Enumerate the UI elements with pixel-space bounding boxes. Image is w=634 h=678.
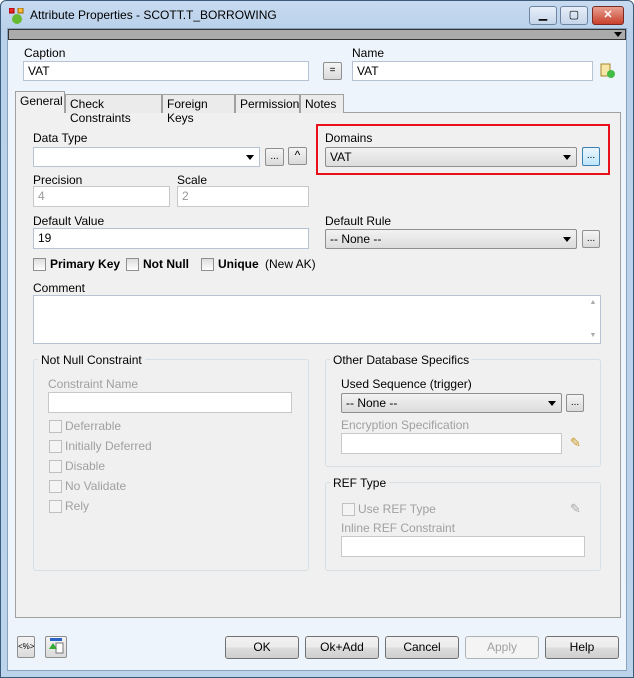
- rely-checkbox[interactable]: [49, 500, 62, 513]
- chevron-down-icon[interactable]: [614, 32, 622, 37]
- comment-label: Comment: [33, 281, 86, 295]
- used-sequence-browse-button[interactable]: ...: [566, 394, 584, 412]
- pencil-icon[interactable]: ✎: [570, 435, 581, 451]
- dropdown-arrow-icon: [563, 237, 571, 242]
- scale-input[interactable]: 2: [177, 186, 309, 207]
- tab-check-constraints[interactable]: Check Constraints: [65, 94, 162, 125]
- default-value-label: Default Value: [33, 214, 105, 228]
- sync-names-button[interactable]: =: [323, 62, 342, 80]
- dropdown-arrow-icon: [563, 155, 571, 160]
- not-null-label: Not Null: [143, 257, 189, 271]
- help-button[interactable]: Help: [545, 636, 619, 659]
- constraint-name-input[interactable]: [48, 392, 292, 413]
- comment-textarea[interactable]: [33, 295, 601, 344]
- default-value-input[interactable]: 19: [33, 228, 309, 249]
- data-type-label: Data Type: [33, 131, 88, 145]
- scroll-down-icon[interactable]: ▼: [586, 329, 600, 343]
- data-type-browse-button[interactable]: ...: [265, 148, 284, 166]
- caption-label: Caption: [24, 46, 66, 60]
- deferrable-label: Deferrable: [65, 419, 122, 433]
- scale-label: Scale: [177, 173, 208, 187]
- tab-permissions[interactable]: Permissions: [235, 94, 305, 113]
- used-sequence-label: Used Sequence (trigger): [341, 377, 472, 391]
- minimize-button[interactable]: ▁: [529, 6, 557, 25]
- apply-button[interactable]: Apply: [465, 636, 539, 659]
- primary-key-checkbox[interactable]: [33, 258, 46, 271]
- encryption-label: Encryption Specification: [341, 418, 470, 432]
- use-ref-type-label: Use REF Type: [358, 502, 436, 516]
- tab-notes[interactable]: Notes: [300, 94, 344, 113]
- template-icon: [49, 638, 64, 654]
- name-label: Name: [352, 46, 385, 60]
- precision-input[interactable]: 4: [33, 186, 170, 207]
- deferrable-checkbox[interactable]: [49, 420, 62, 433]
- tab-general[interactable]: General: [15, 91, 65, 113]
- scroll-up-icon[interactable]: ▲: [586, 296, 600, 310]
- pencil-icon[interactable]: ✎: [570, 501, 581, 517]
- inline-ref-input[interactable]: [341, 536, 585, 557]
- dropdown-arrow-icon: [246, 155, 254, 160]
- not-null-constraint-title: Not Null Constraint: [38, 353, 145, 367]
- maximize-button[interactable]: ▢: [560, 6, 588, 25]
- ok-button[interactable]: OK: [225, 636, 299, 659]
- comment-scrollbar[interactable]: ▲ ▼: [586, 296, 600, 343]
- default-rule-value: -- None --: [330, 232, 382, 246]
- app-icon: [8, 7, 25, 24]
- used-sequence-value: -- None --: [346, 396, 398, 410]
- data-type-up-button[interactable]: ^: [288, 147, 307, 165]
- domains-value: VAT: [330, 150, 352, 164]
- initially-deferred-label: Initially Deferred: [65, 439, 152, 453]
- new-ak-label: (New AK): [265, 257, 316, 271]
- disable-checkbox[interactable]: [49, 460, 62, 473]
- tab-foreign-keys[interactable]: Foreign Keys: [162, 94, 235, 125]
- inline-ref-label: Inline REF Constraint: [341, 521, 456, 535]
- properties-to-template-button[interactable]: [45, 636, 67, 658]
- domains-label: Domains: [325, 131, 373, 145]
- dropdown-arrow-icon: [548, 401, 556, 406]
- initially-deferred-checkbox[interactable]: [49, 440, 62, 453]
- default-rule-label: Default Rule: [325, 214, 392, 228]
- encryption-input[interactable]: [341, 433, 562, 454]
- variables-button[interactable]: <%>: [17, 636, 35, 658]
- domains-browse-button[interactable]: ...: [582, 147, 600, 166]
- not-null-checkbox[interactable]: [126, 258, 139, 271]
- precision-label: Precision: [33, 173, 83, 187]
- default-rule-combo[interactable]: -- None --: [325, 229, 577, 249]
- constraint-name-label: Constraint Name: [48, 377, 139, 391]
- default-rule-browse-button[interactable]: ...: [582, 230, 600, 248]
- disable-label: Disable: [65, 459, 106, 473]
- domains-combo[interactable]: VAT: [325, 147, 577, 167]
- ok-add-button[interactable]: Ok+Add: [305, 636, 379, 659]
- cancel-button[interactable]: Cancel: [385, 636, 459, 659]
- used-sequence-combo[interactable]: -- None --: [341, 393, 562, 413]
- close-button[interactable]: ✕: [592, 6, 624, 25]
- no-validate-label: No Validate: [65, 479, 127, 493]
- data-type-combo[interactable]: [33, 147, 260, 167]
- rely-label: Rely: [65, 499, 90, 513]
- ref-type-title: REF Type: [330, 476, 390, 490]
- caption-input[interactable]: VAT: [23, 61, 309, 81]
- no-validate-checkbox[interactable]: [49, 480, 62, 493]
- primary-key-label: Primary Key: [50, 257, 121, 271]
- use-ref-type-checkbox[interactable]: [342, 503, 355, 516]
- name-input[interactable]: VAT: [352, 61, 593, 81]
- toolbar-strip: [8, 29, 626, 40]
- unique-checkbox[interactable]: [201, 258, 214, 271]
- other-db-specifics-title: Other Database Specifics: [330, 353, 473, 367]
- unique-label: Unique: [218, 257, 259, 271]
- window-title: Attribute Properties - SCOTT.T_BORROWING: [30, 8, 277, 22]
- naming-rules-icon[interactable]: [600, 63, 615, 78]
